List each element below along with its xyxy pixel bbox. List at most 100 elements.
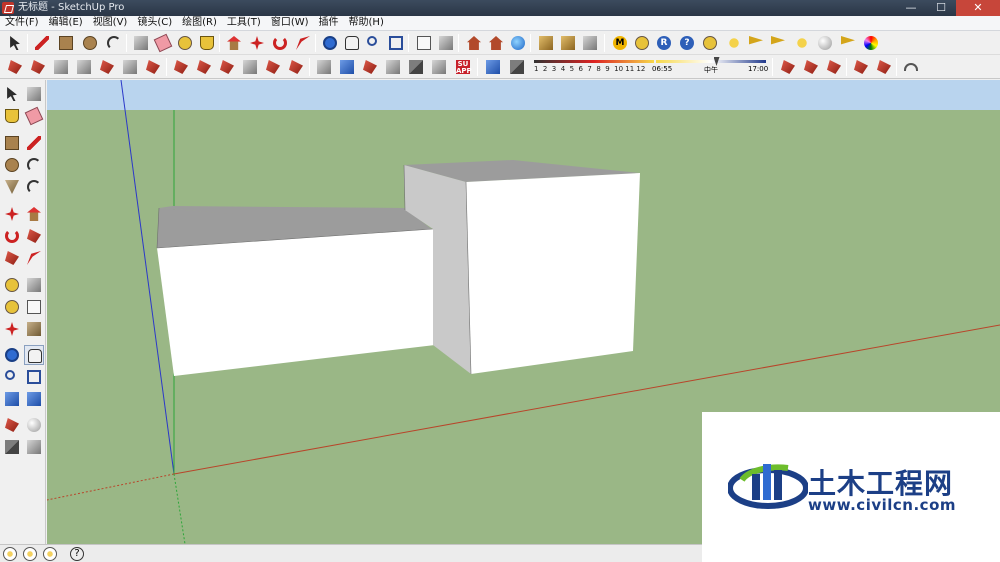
instructor-help-icon[interactable]: ? xyxy=(70,547,84,561)
get-models-button[interactable] xyxy=(464,33,484,53)
polygon-tool[interactable] xyxy=(2,177,22,197)
walk-tool[interactable] xyxy=(2,437,22,457)
light-button[interactable] xyxy=(724,33,744,53)
share-model-button[interactable] xyxy=(436,33,456,53)
move-button[interactable] xyxy=(247,33,267,53)
menu-camera[interactable]: 镜头(C) xyxy=(132,16,177,30)
tape-measure-button[interactable] xyxy=(175,33,195,53)
minimize-button[interactable]: — xyxy=(896,0,926,16)
circle-tool[interactable] xyxy=(2,155,22,175)
eraser-button[interactable] xyxy=(153,33,173,53)
plugin-button-11[interactable] xyxy=(240,57,260,77)
circle-button[interactable] xyxy=(80,33,100,53)
pan-button[interactable] xyxy=(342,33,362,53)
text-tool[interactable] xyxy=(24,297,44,317)
plugin-button-25[interactable] xyxy=(901,57,921,77)
plugin-button-14[interactable] xyxy=(314,57,334,77)
time-slider[interactable] xyxy=(656,60,766,63)
shadow-time-slider[interactable]: 1 2 3 4 5 6 7 8 9 10 11 12 06:55 中午 17:0… xyxy=(532,57,768,77)
sphere-button[interactable] xyxy=(815,33,835,53)
look-around-tool[interactable] xyxy=(24,415,44,435)
su-app-button[interactable]: SU APP xyxy=(453,57,473,77)
plugin-button-17[interactable] xyxy=(383,57,403,77)
plugin-button-22[interactable] xyxy=(824,57,844,77)
push-pull-tool[interactable] xyxy=(24,204,44,224)
google-earth-button[interactable] xyxy=(508,33,528,53)
push-pull-button[interactable] xyxy=(224,33,244,53)
pan-tool[interactable] xyxy=(24,345,44,365)
arc-tool[interactable] xyxy=(24,155,44,175)
protractor-tool[interactable] xyxy=(2,297,22,317)
plugin-button-24[interactable] xyxy=(874,57,894,77)
menu-view[interactable]: 视图(V) xyxy=(88,16,133,30)
menu-window[interactable]: 窗口(W) xyxy=(266,16,314,30)
menu-tools[interactable]: 工具(T) xyxy=(222,16,266,30)
scale-tool[interactable] xyxy=(2,248,22,268)
materials-button[interactable]: M xyxy=(610,33,630,53)
select-tool[interactable] xyxy=(2,84,22,104)
paint-bucket-button[interactable] xyxy=(197,33,217,53)
plugin-button-15[interactable] xyxy=(337,57,357,77)
plugin-button-9[interactable] xyxy=(194,57,214,77)
warehouse-button[interactable] xyxy=(414,33,434,53)
rotate-button[interactable] xyxy=(270,33,290,53)
position-camera-tool[interactable] xyxy=(2,415,22,435)
menu-file[interactable]: 文件(F) xyxy=(0,16,44,30)
omni-light-button[interactable] xyxy=(792,33,812,53)
zoom-window-tool[interactable] xyxy=(24,367,44,387)
zoom-extents-tool[interactable] xyxy=(2,389,22,409)
extension-manager-button[interactable] xyxy=(558,33,578,53)
arc-button[interactable] xyxy=(104,33,124,53)
menu-plugins[interactable]: 插件 xyxy=(314,16,344,30)
previous-view-tool[interactable] xyxy=(24,389,44,409)
maximize-button[interactable]: ☐ xyxy=(926,0,956,16)
dimension-tool[interactable] xyxy=(24,275,44,295)
plugin-button-4[interactable] xyxy=(74,57,94,77)
eraser-tool[interactable] xyxy=(24,106,44,126)
line-button[interactable] xyxy=(32,33,52,53)
3d-text-tool[interactable] xyxy=(24,319,44,339)
user-icon[interactable] xyxy=(43,547,57,561)
orbit-tool[interactable] xyxy=(2,345,22,365)
plugin-button-18[interactable] xyxy=(406,57,426,77)
rotate-tool[interactable] xyxy=(2,226,22,246)
paint-tool[interactable] xyxy=(2,106,22,126)
shadow-settings-button[interactable] xyxy=(483,57,503,77)
rectangle-button[interactable] xyxy=(56,33,76,53)
freehand-tool[interactable] xyxy=(24,177,44,197)
menu-edit[interactable]: 编辑(E) xyxy=(44,16,88,30)
section-plane-tool[interactable] xyxy=(24,437,44,457)
plugin-button-20[interactable] xyxy=(778,57,798,77)
follow-me-tool[interactable] xyxy=(24,226,44,246)
plugin-button-13[interactable] xyxy=(286,57,306,77)
components-button[interactable] xyxy=(632,33,652,53)
extension-warehouse-button[interactable] xyxy=(536,33,556,53)
plugin-button-2[interactable] xyxy=(28,57,48,77)
plugin-button-19[interactable] xyxy=(429,57,449,77)
plugin-button-3[interactable] xyxy=(51,57,71,77)
menu-draw[interactable]: 绘图(R) xyxy=(177,16,222,30)
display-shadows-button[interactable] xyxy=(507,57,527,77)
plugin-button-12[interactable] xyxy=(263,57,283,77)
geo-location-icon[interactable] xyxy=(3,547,17,561)
plugin-button-10[interactable] xyxy=(217,57,237,77)
tape-tool[interactable] xyxy=(2,275,22,295)
color-wheel-button[interactable] xyxy=(861,33,881,53)
line-tool[interactable] xyxy=(24,133,44,153)
plugin-button-7[interactable] xyxy=(143,57,163,77)
month-slider[interactable] xyxy=(534,60,654,63)
render-button[interactable]: R xyxy=(654,33,674,53)
plugin-button-6[interactable] xyxy=(120,57,140,77)
plugin-button-16[interactable] xyxy=(360,57,380,77)
plugin-button-1[interactable] xyxy=(5,57,25,77)
component-tool[interactable] xyxy=(24,84,44,104)
help-toolbar-button[interactable]: ? xyxy=(677,33,697,53)
tag-button[interactable] xyxy=(700,33,720,53)
zoom-tool[interactable] xyxy=(2,367,22,387)
plugin-button-23[interactable] xyxy=(851,57,871,77)
make-component-button[interactable] xyxy=(131,33,151,53)
spotlight-button[interactable] xyxy=(746,33,766,53)
close-button[interactable]: ✕ xyxy=(956,0,1000,16)
plugin-button-8[interactable] xyxy=(171,57,191,77)
layout-button[interactable] xyxy=(580,33,600,53)
